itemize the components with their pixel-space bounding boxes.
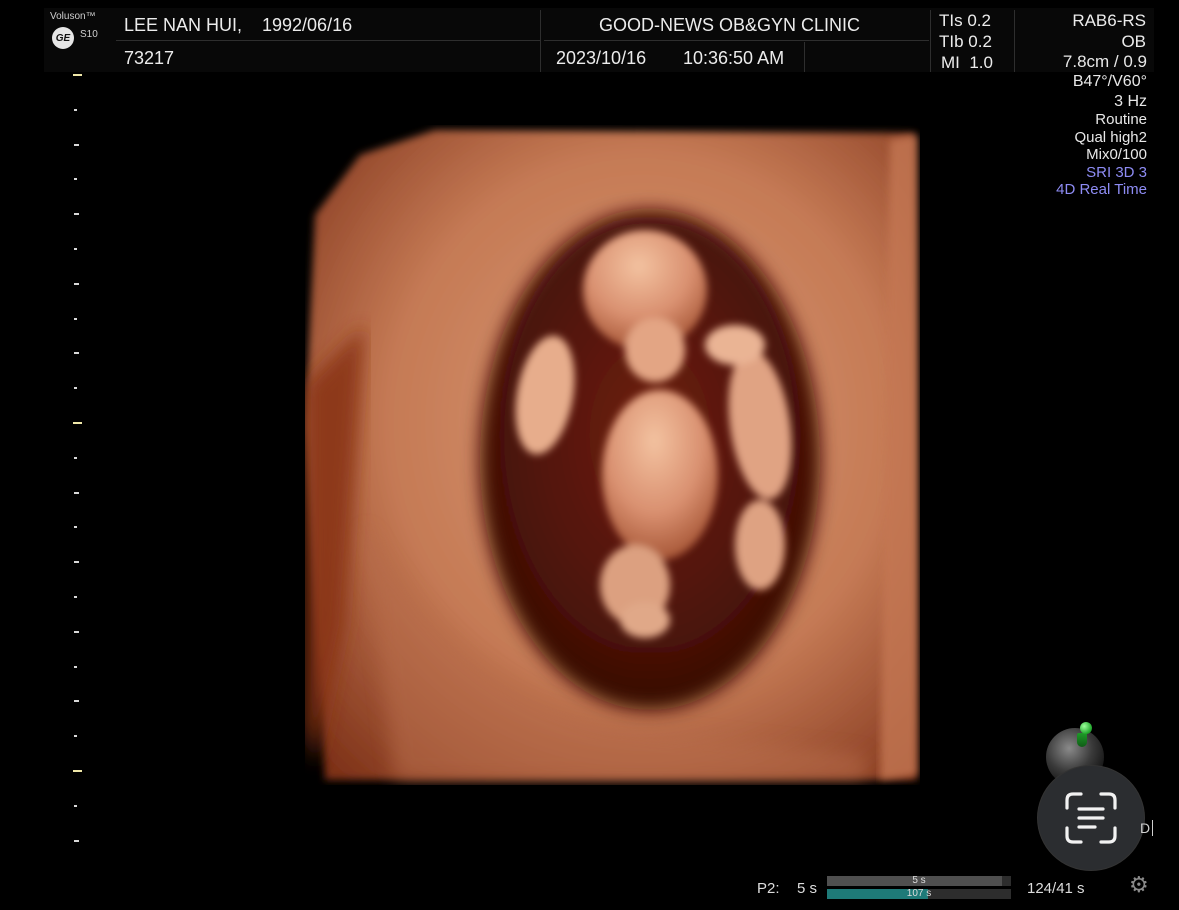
depth-tick (73, 74, 82, 76)
depth-tick (74, 317, 77, 320)
depth-tick (74, 387, 77, 390)
patient-dob: 1992/06/16 (262, 15, 353, 35)
depth-tick (74, 630, 79, 633)
cine-buffer-label: 5 s (912, 875, 926, 886)
tib-index: TIb 0.2 (939, 32, 992, 51)
depth-value: 7.8cm / 0.9 (1062, 52, 1147, 71)
header-bar: Voluson™ GE S10 LEE NAN HUI, 1992/06/16 … (44, 8, 1154, 72)
p2-value: 5 s (797, 880, 818, 897)
depth-tick (74, 248, 77, 250)
depth-tick (73, 422, 82, 424)
frame-counter: 124/41 s (1027, 880, 1085, 897)
depth-tick (74, 526, 77, 529)
depth-tick (74, 735, 77, 738)
divider (930, 10, 931, 72)
orientation-pin-icon[interactable] (1080, 722, 1092, 734)
patient-name: LEE NAN HUI, (124, 15, 243, 35)
divider (804, 42, 805, 72)
depth-tick (74, 143, 79, 146)
exam-time: 10:36:50 AM (683, 48, 785, 68)
depth-tick (74, 804, 77, 807)
fetal-3d-render (305, 130, 917, 780)
divider (540, 10, 541, 72)
depth-tick (74, 665, 77, 668)
ge-logo-icon: GE (52, 27, 74, 49)
depth-tick (74, 561, 79, 564)
divider (1014, 10, 1015, 72)
p2-label: P2: (757, 880, 780, 897)
depth-tick (74, 596, 77, 598)
gear-icon[interactable]: ⚙ (1129, 872, 1149, 898)
depth-tick (74, 700, 79, 703)
mode-label: Routine (1095, 111, 1147, 128)
text-scan-icon (1065, 792, 1117, 844)
probe-label: RAB6-RS (1072, 11, 1146, 30)
realtime-label: 4D Real Time (1056, 181, 1147, 199)
frame-rate: 3 Hz (1114, 93, 1147, 110)
divider (116, 40, 541, 41)
orientation-pin-stem (1077, 733, 1087, 747)
quality-label: Qual high2 (1074, 128, 1147, 146)
depth-tick (73, 770, 82, 772)
exam-date: 2023/10/16 (556, 48, 647, 68)
tis-index: TIs 0.2 (939, 11, 991, 30)
depth-tick (74, 352, 79, 355)
cine-buffer-bar[interactable]: 5 s (827, 875, 1011, 886)
scan-parameters: 7.8cm / 0.9 B47°/V60° 3 Hz Routine Qual … (1056, 52, 1147, 199)
depth-tick (74, 282, 79, 285)
sri-label: SRI 3D 3 (1086, 163, 1147, 181)
depth-tick (74, 213, 79, 216)
clinic-name: GOOD-NEWS OB&GYN CLINIC (599, 15, 861, 35)
model-label: S10 (80, 29, 98, 40)
depth-tick (74, 491, 79, 494)
d-label: D (1140, 820, 1154, 836)
brand-label: Voluson™ (50, 11, 96, 22)
mix-label: Mix0/100 (1086, 146, 1147, 164)
preset-label: OB (1121, 32, 1146, 51)
depth-tick (74, 178, 77, 181)
text-scan-button[interactable] (1038, 766, 1144, 870)
depth-tick (74, 839, 79, 842)
depth-tick (74, 456, 77, 459)
cine-total-bar[interactable]: 107 s (827, 888, 1011, 899)
cine-total-label: 107 s (906, 888, 932, 899)
mi-index: MI 1.0 (941, 53, 993, 72)
patient-id: 73217 (124, 48, 175, 68)
divider (544, 40, 929, 41)
depth-tick (74, 108, 77, 111)
angle-value: B47°/V60° (1072, 73, 1147, 90)
